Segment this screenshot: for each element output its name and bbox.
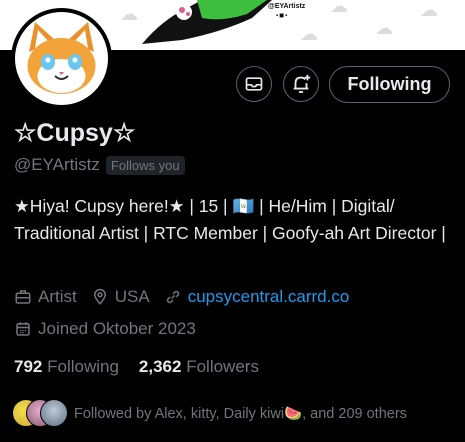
avatar[interactable]	[11, 8, 112, 109]
following-label: Following	[47, 357, 119, 376]
category-label: Artist	[38, 287, 77, 306]
banner-social-icons: ▪◼▪	[276, 13, 289, 19]
profile-meta-row: Artist USA cupsycentral.carrd.co	[14, 287, 363, 307]
followers-stat[interactable]: 2,362 Followers	[139, 357, 259, 377]
cat-motif-icon: ☁	[300, 24, 318, 44]
display-name: ☆Cupsy☆	[14, 119, 136, 147]
calendar-icon	[16, 322, 30, 336]
bell-plus-icon	[293, 74, 311, 94]
handle-row: @EYArtistz Follows you	[14, 155, 185, 175]
briefcase-icon	[15, 290, 31, 304]
cat-motif-icon: ☁	[330, 0, 348, 16]
following-stat[interactable]: 792 Following	[14, 357, 119, 377]
user-handle: @EYArtistz	[14, 155, 100, 174]
notifications-button[interactable]	[283, 66, 319, 102]
joined-row: Joined Oktober 2023	[14, 319, 210, 339]
joined-item: Joined Oktober 2023	[14, 319, 196, 339]
follow-stats: 792 Following 2,362 Followers	[14, 357, 279, 377]
followers-label: Followers	[186, 357, 259, 376]
banner-handle: @EYArtistz	[268, 3, 306, 10]
cat-motif-icon: ☁	[120, 4, 138, 24]
followers-count: 2,362	[138, 357, 182, 376]
envelope-icon	[245, 77, 263, 91]
location-label: USA	[114, 287, 150, 306]
mutual-avatars	[12, 399, 70, 427]
joined-date: Joined Oktober 2023	[38, 319, 196, 338]
following-count: 792	[14, 357, 43, 376]
cat-motif-icon: ☁	[375, 18, 393, 38]
message-button[interactable]	[236, 66, 272, 102]
followed-by-text: Followed by Alex, kitty, Daily kiwi🍉, an…	[74, 405, 407, 422]
cat-motif-icon: ☁	[420, 0, 438, 20]
category-item: Artist	[14, 287, 77, 307]
followed-by-row[interactable]: Followed by Alex, kitty, Daily kiwi🍉, an…	[12, 399, 407, 427]
follows-you-badge: Follows you	[105, 155, 185, 175]
following-button[interactable]: Following	[329, 66, 450, 103]
website-link[interactable]: cupsycentral.carrd.co	[188, 287, 350, 307]
cat-avatar-icon	[15, 12, 108, 105]
website-item[interactable]: cupsycentral.carrd.co	[164, 287, 350, 307]
profile-bio: ★Hiya! Cupsy here!★ | 15 | 🇬🇹 | He/Him |…	[14, 196, 446, 243]
mutual-avatar	[40, 399, 68, 427]
link-icon	[166, 290, 179, 304]
location-item: USA	[91, 287, 150, 307]
location-pin-icon	[93, 288, 106, 305]
